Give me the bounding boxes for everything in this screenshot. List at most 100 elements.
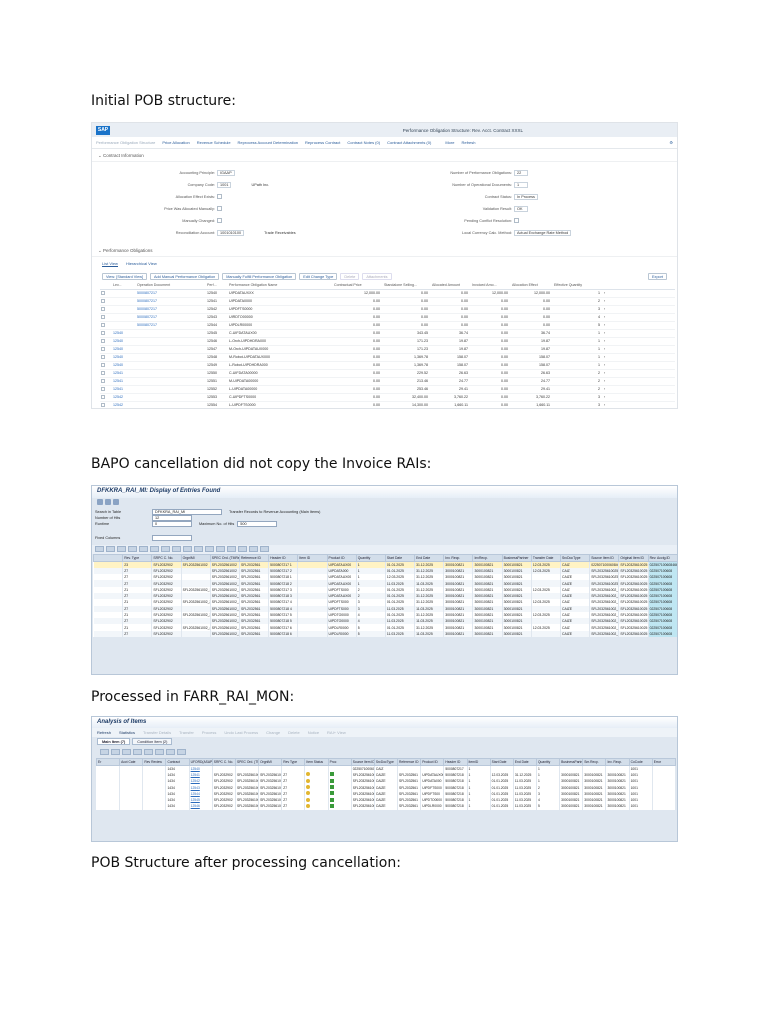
pob-col-header[interactable]: Standalone Selling... [383, 282, 431, 290]
mon-toolbar-button-9[interactable]: RAI+ View [327, 730, 346, 735]
checkbox-icon[interactable] [101, 394, 105, 399]
field-value[interactable]: 1001 [217, 182, 232, 188]
table-cell[interactable] [136, 353, 206, 362]
pob-col-header[interactable]: Invoiced Amo... [471, 282, 511, 290]
rai-col-header[interactable]: Original Item ID [618, 554, 649, 562]
row-nav-icon[interactable]: › [603, 297, 675, 306]
table-cell[interactable] [136, 369, 206, 378]
export-button[interactable]: Export [648, 273, 667, 280]
rai-col-header[interactable]: Inv. Recp. [443, 554, 474, 562]
mon-col-header[interactable]: CoCode [628, 758, 653, 766]
mon-col-header[interactable]: Product ID [420, 758, 445, 766]
alv-tool-icon[interactable] [238, 546, 247, 552]
row-checkbox[interactable] [100, 353, 112, 362]
table-cell[interactable] [136, 401, 206, 408]
mon-col-header[interactable]: Rev Review [142, 758, 167, 766]
mon-toolbar-button-8[interactable]: Notice [308, 730, 319, 735]
pob-tab-4[interactable]: Reprocess Contract [305, 140, 340, 145]
mon-col-header[interactable]: Proc [327, 758, 352, 766]
pob-tab-0[interactable]: Performance Obligation Structure [96, 140, 155, 145]
alv-tool-icon[interactable] [128, 546, 137, 552]
pob-col-header[interactable]: Effective Quantity [553, 282, 603, 290]
mon-col-header[interactable]: Reference ID [397, 758, 422, 766]
row-nav-icon[interactable]: › [603, 385, 675, 394]
table-cell[interactable]: 12540 [112, 361, 136, 370]
checkbox-icon[interactable] [101, 370, 105, 375]
row-nav-icon[interactable]: › [603, 337, 675, 346]
pob-col-header[interactable]: Perf... [206, 282, 228, 290]
field-value[interactable]: 1001010100 [217, 230, 245, 236]
pob-tab-5[interactable]: Contract Notes (0) [347, 140, 380, 145]
mon-toolbar-button-7[interactable]: Delete [288, 730, 300, 735]
field-value[interactable]: DFKKRA_RAI_MI [152, 509, 222, 515]
table-cell[interactable]: 5000807217 [136, 305, 206, 314]
row-checkbox[interactable] [100, 401, 112, 408]
mon-col-header[interactable]: Contract [165, 758, 190, 766]
mon-col-header[interactable]: ItemID [466, 758, 491, 766]
checkbox-icon[interactable] [101, 306, 105, 311]
row-checkbox[interactable] [100, 297, 112, 306]
mon-col-header[interactable]: Error [651, 758, 677, 766]
table-cell[interactable]: 5000807217 [136, 289, 206, 298]
field-checkbox[interactable] [217, 206, 222, 211]
row-nav-icon[interactable]: › [603, 329, 675, 338]
rai-col-header[interactable]: OrgnlMI [180, 554, 211, 562]
mon-col-header[interactable]: Rev Type [281, 758, 306, 766]
mon-toolbar-button-6[interactable]: Change [266, 730, 280, 735]
mon-toolbar-button-3[interactable]: Transfer [179, 730, 194, 735]
view-select[interactable]: View: [Standard View] [102, 273, 148, 280]
mon-col-header[interactable]: Header ID [443, 758, 468, 766]
filter-icon[interactable] [111, 749, 120, 755]
table-cell[interactable] [112, 313, 136, 322]
row-nav-icon[interactable]: › [603, 305, 675, 314]
field-value[interactable]: 12 [152, 515, 192, 521]
field-value[interactable]: IGAAP [217, 170, 235, 176]
row-nav-icon[interactable]: › [603, 377, 675, 386]
select-all-checkbox[interactable] [100, 282, 112, 290]
table-cell[interactable] [136, 385, 206, 394]
alv-tool-icon[interactable] [205, 546, 214, 552]
field-value[interactable]: Actual Exchange Rate Method [514, 230, 572, 236]
table-cell[interactable]: 12541 [112, 369, 136, 378]
rai-col-header[interactable]: Item ID [297, 554, 328, 562]
rai-col-header[interactable]: Source Item ID [589, 554, 620, 562]
row-nav-icon[interactable]: › [603, 321, 675, 330]
mon-col-header[interactable]: Acct Cate [119, 758, 144, 766]
row-selector-header[interactable] [92, 554, 124, 562]
field-checkbox[interactable] [514, 218, 519, 223]
mon-col-header[interactable]: SrcDocType [373, 758, 399, 766]
row-nav-icon[interactable]: › [603, 345, 675, 354]
table-cell[interactable]: 12541 [112, 377, 136, 386]
mon-col-header[interactable]: Er [95, 758, 121, 766]
mon-toolbar-button-1[interactable]: Statistics [119, 730, 135, 735]
checkbox-icon[interactable] [101, 290, 105, 295]
row-nav-icon[interactable]: › [603, 393, 675, 402]
table-row[interactable]: 12540 12545 C-UIFDATAUX00 0.00 343.45 36.74 0.… [100, 329, 675, 338]
row-nav-icon[interactable]: › [603, 369, 675, 378]
pob-toolbar-button-1[interactable]: Manually Fulfill Performance Obligation [222, 273, 297, 280]
table-cell[interactable] [136, 393, 206, 402]
row-checkbox[interactable] [100, 345, 112, 354]
mon-col-header[interactable]: Start Date [489, 758, 514, 766]
table-cell[interactable] [136, 329, 206, 338]
row-checkbox[interactable] [100, 385, 112, 394]
table-row[interactable]: 12540 12547 M-Orch-UIPDATAUX000 0.00 171.23 1… [100, 345, 675, 354]
checkbox-icon[interactable] [101, 346, 105, 351]
alv-tool-icon[interactable] [117, 546, 126, 552]
mon-col-header[interactable]: Inv. Recp. [605, 758, 630, 766]
layout-icon[interactable] [177, 749, 186, 755]
mon-toolbar-button-2[interactable]: Transfer Details [143, 730, 171, 735]
row-checkbox[interactable] [100, 289, 112, 298]
checkbox-icon[interactable] [101, 362, 105, 367]
mon-toolbar-button-0[interactable]: Refresh [97, 730, 111, 735]
pob-toolbar-button-2[interactable]: Edit Change Type [299, 273, 338, 280]
table-row[interactable]: 5000807217 12542 UIPDFTS0000 0.00 0.00 0.00 0.… [100, 305, 675, 314]
select-all-icon[interactable] [100, 749, 109, 755]
settings-icon[interactable]: ⚙ [669, 140, 673, 145]
mon-toolbar-button-5[interactable]: Undo Last Process [224, 730, 258, 735]
alv-tool-icon[interactable] [194, 546, 203, 552]
checkbox-icon[interactable] [101, 354, 105, 359]
rai-col-header[interactable]: Rev. Type [122, 554, 153, 562]
table-cell[interactable]: 12541 [112, 385, 136, 394]
checkbox-icon[interactable] [101, 322, 105, 327]
